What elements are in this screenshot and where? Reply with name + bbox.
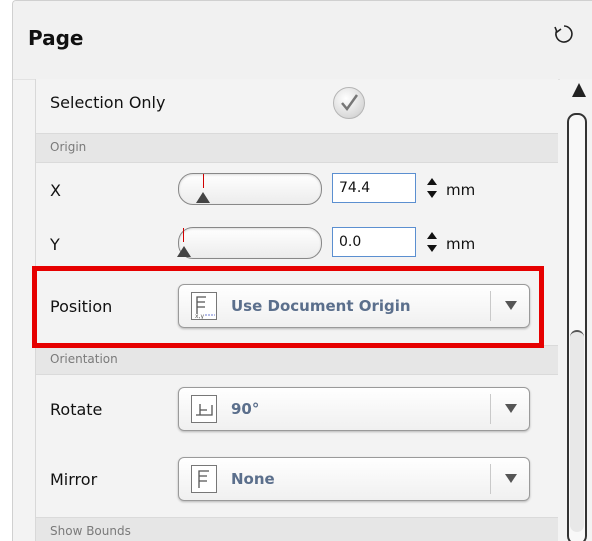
y-unit: mm [446,235,476,253]
scrollbar-thumb[interactable] [570,330,584,532]
checkmark-icon [341,94,359,112]
rotate-row: Rotate 90° [36,379,558,439]
x-slider[interactable] [178,173,322,205]
chevron-down-icon[interactable] [505,301,517,310]
y-spinner-icon[interactable] [426,230,438,254]
x-label: X [50,181,61,200]
y-slider-thumb[interactable] [177,246,191,257]
rotate-value: 90° [231,400,260,418]
chevron-down-icon[interactable] [505,404,517,413]
y-slider[interactable] [177,227,322,259]
svg-text:x,y: x,y [195,313,204,319]
position-label: Position [50,297,113,316]
x-value-input[interactable]: 74.4 [332,173,416,203]
mirror-label: Mirror [50,470,98,489]
panel-header: Page [13,1,592,80]
selection-only-row: Selection Only [36,79,558,127]
scrollbar-track[interactable] [567,113,587,541]
mirror-value: None [231,470,275,488]
rotate-icon [191,395,217,423]
dropdown-separator [490,464,491,494]
x-row: X 74.4 mm [36,171,558,211]
chevron-down-icon[interactable] [505,474,517,483]
y-row: Y 0.0 mm [36,225,558,265]
mirror-dropdown[interactable]: None [178,457,530,501]
show-bounds-section-label: Show Bounds [50,524,131,538]
orientation-section-label: Orientation [50,352,118,366]
dropdown-separator [490,394,491,424]
rotate-dropdown[interactable]: 90° [178,387,530,431]
x-spinner-icon[interactable] [426,176,438,200]
y-value-input[interactable]: 0.0 [332,227,416,257]
position-value: Use Document Origin [231,297,411,315]
x-slider-thumb[interactable] [196,192,210,203]
dropdown-separator [490,291,491,321]
scrollbar[interactable] [560,79,592,541]
show-bounds-section-header: Show Bounds [36,517,558,541]
scroll-up-icon[interactable] [572,83,586,97]
panel-content: Selection Only Origin X 74.4 mm Y 0.0 mm… [35,79,558,541]
page-panel: Page Selection Only Origin X 74.4 mm Y 0… [12,0,592,541]
x-slider-tick [203,174,204,188]
document-origin-icon: x,y [191,292,217,320]
panel-title: Page [28,26,84,50]
orientation-section-header: Orientation [36,345,558,375]
y-label: Y [50,235,60,254]
origin-section-header: Origin [36,133,558,163]
y-slider-tick [183,228,184,242]
position-dropdown[interactable]: x,y Use Document Origin [178,284,530,328]
mirror-icon [191,465,217,493]
selection-only-label: Selection Only [50,93,166,112]
position-row: Position x,y Use Document Origin [36,277,558,337]
selection-only-checkbox[interactable] [333,87,365,119]
refresh-icon[interactable] [553,23,575,45]
origin-section-label: Origin [50,140,87,154]
rotate-label: Rotate [50,400,103,419]
mirror-row: Mirror None [36,449,558,509]
x-unit: mm [446,181,476,199]
